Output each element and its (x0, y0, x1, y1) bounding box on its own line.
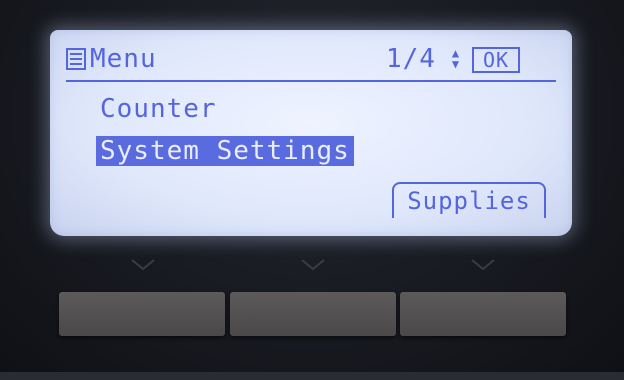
lcd-screen: Menu 1/4 ▲ ▼ OK Counter System Settings S… (50, 30, 572, 236)
ok-button[interactable]: OK (472, 47, 520, 73)
menu-item-counter[interactable]: Counter (96, 94, 221, 124)
chevron-down-icon (130, 258, 156, 272)
up-down-arrows-icon: ▲ ▼ (451, 46, 461, 71)
chevron-down-icon (470, 258, 496, 272)
softkey-label-supplies: Supplies (392, 182, 546, 218)
softkey-button-center[interactable] (230, 292, 396, 336)
chevron-down-icon (300, 258, 326, 272)
menu-list-icon (66, 48, 86, 70)
softkey-button-left[interactable] (59, 292, 225, 336)
page-indicator: 1/4 (386, 44, 436, 74)
menu-title: Menu (90, 44, 157, 74)
panel-bottom-edge (0, 372, 624, 380)
lcd-header: Menu 1/4 ▲ ▼ OK (66, 42, 556, 82)
softkey-button-right[interactable] (400, 292, 566, 336)
header-divider (66, 80, 556, 82)
menu-item-system-settings[interactable]: System Settings (96, 136, 354, 166)
